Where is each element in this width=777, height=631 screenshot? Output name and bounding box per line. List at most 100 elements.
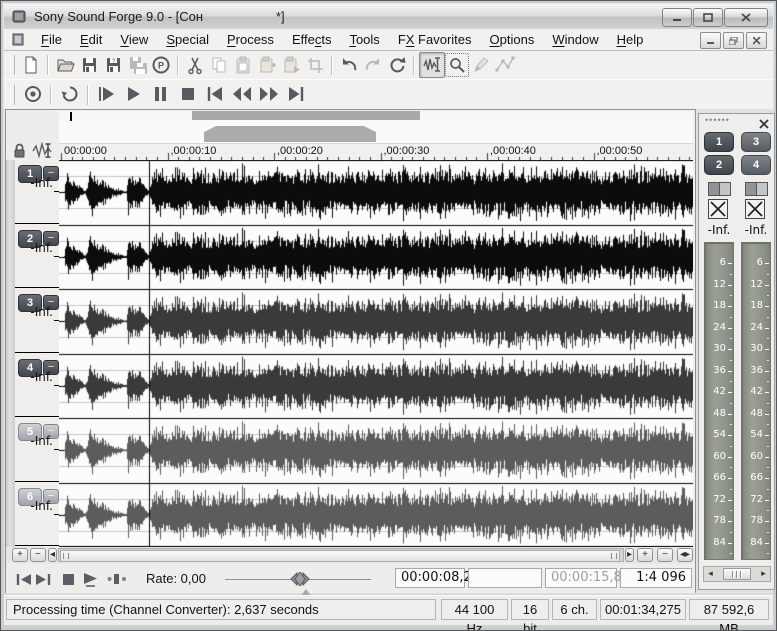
loop-button[interactable] bbox=[56, 82, 83, 107]
document-icon[interactable] bbox=[11, 32, 26, 47]
channel-pair-icon[interactable] bbox=[745, 181, 767, 195]
menu-item-special[interactable]: Special bbox=[157, 29, 218, 50]
overview-range-top[interactable] bbox=[192, 111, 420, 120]
record-button[interactable] bbox=[19, 82, 46, 107]
rewind-button[interactable] bbox=[228, 82, 255, 107]
menu-items: FileEditViewSpecialProcessEffectsToolsFX… bbox=[32, 29, 652, 50]
meter-channel-2-button[interactable]: 2 bbox=[704, 155, 734, 175]
maximize-button[interactable] bbox=[693, 8, 723, 27]
sample-rate-cell[interactable]: 44 100 Hz bbox=[441, 599, 508, 620]
forward-button[interactable] bbox=[255, 82, 282, 107]
meter-channel-4-button[interactable]: 4 bbox=[741, 155, 771, 175]
mdi-minimize-button[interactable] bbox=[700, 32, 721, 49]
save-all-icon[interactable] bbox=[125, 53, 149, 77]
transport-grip[interactable] bbox=[10, 85, 15, 105]
envelope-icon[interactable] bbox=[493, 53, 517, 77]
meter-channel-3-button[interactable]: 3 bbox=[741, 132, 771, 152]
meter-tick bbox=[728, 457, 732, 458]
menu-item-edit[interactable]: Edit bbox=[71, 29, 111, 50]
data-window: 00:00:00,00:00:10,00:00:20,00:00:30,00:0… bbox=[5, 109, 696, 593]
secondary-display[interactable] bbox=[468, 568, 542, 588]
save-as-icon[interactable]: ? bbox=[101, 53, 125, 77]
pause-button[interactable] bbox=[147, 82, 174, 107]
waveform-display[interactable] bbox=[59, 160, 693, 547]
scroll-right-button[interactable]: ▸ bbox=[625, 548, 634, 562]
toolbar-grip[interactable] bbox=[10, 55, 15, 75]
scrollbar-thumb[interactable] bbox=[60, 550, 620, 562]
publish-icon[interactable]: P bbox=[149, 53, 173, 77]
go-to-start-button[interactable] bbox=[201, 82, 228, 107]
position-bar[interactable] bbox=[59, 121, 693, 143]
zoom-in-time-button[interactable]: + bbox=[637, 548, 653, 562]
go-to-end-button[interactable] bbox=[282, 82, 309, 107]
paste-to-new-icon[interactable] bbox=[279, 53, 303, 77]
meter-column-2: 34-Inf.612182430364248546066727884 bbox=[741, 130, 771, 570]
play-all-button[interactable] bbox=[93, 82, 120, 107]
length-cell[interactable]: 00:01:34,275 bbox=[600, 599, 686, 620]
paste-icon[interactable] bbox=[231, 53, 255, 77]
undo-icon[interactable] bbox=[337, 53, 361, 77]
menu-item-tools[interactable]: Tools bbox=[340, 29, 388, 50]
edit-tool-icon[interactable] bbox=[419, 52, 445, 78]
mute-icon[interactable] bbox=[708, 199, 728, 219]
save-icon[interactable] bbox=[77, 53, 101, 77]
channel-pair-icon[interactable] bbox=[708, 181, 730, 195]
menu-item-file[interactable]: File bbox=[32, 29, 71, 50]
app-icon bbox=[11, 8, 27, 24]
overview-bar[interactable] bbox=[59, 111, 693, 121]
bit-depth-cell[interactable]: 16 bit bbox=[511, 599, 549, 620]
channels-cell[interactable]: 6 ch. bbox=[552, 599, 597, 620]
repeat-icon[interactable] bbox=[385, 53, 409, 77]
new-icon[interactable] bbox=[19, 53, 43, 77]
playbar: Rate: 0,00 00:00:08,266 00:00:15,882 1:4… bbox=[6, 565, 695, 593]
time-ruler[interactable]: 00:00:00,00:00:10,00:00:20,00:00:30,00:0… bbox=[59, 143, 693, 161]
menu-item-effects[interactable]: Effects bbox=[283, 29, 341, 50]
track-header-5: 5–-Inf. bbox=[15, 418, 60, 482]
scroll-left-button[interactable]: ◂ bbox=[48, 548, 57, 562]
mix-paste-icon[interactable] bbox=[255, 53, 279, 77]
minimize-button[interactable] bbox=[662, 8, 692, 27]
horizontal-scrollbar[interactable] bbox=[58, 548, 624, 562]
mute-icon[interactable] bbox=[745, 199, 765, 219]
menu-item-process[interactable]: Process bbox=[218, 29, 283, 50]
magnify-icon[interactable] bbox=[445, 53, 469, 77]
menu-item-fx-favorites[interactable]: FX Favorites bbox=[389, 29, 481, 50]
zoom-ratio-display[interactable]: 1:4 096 bbox=[620, 568, 692, 588]
track-header-2: 2–-Inf. bbox=[15, 225, 60, 289]
mdi-restore-button[interactable] bbox=[723, 32, 744, 49]
ruler-label: ,00:00:10 bbox=[171, 145, 217, 157]
play-button[interactable] bbox=[120, 82, 147, 107]
go-to-start-button[interactable] bbox=[14, 569, 34, 589]
menu-item-help[interactable]: Help bbox=[608, 29, 653, 50]
mdi-close-button[interactable] bbox=[746, 32, 767, 49]
title-bar[interactable]: Sony Sound Forge 9.0 - [Сон *] bbox=[4, 4, 773, 29]
zoom-in-vertical-button[interactable]: + bbox=[12, 548, 28, 562]
play-normal-button[interactable] bbox=[81, 569, 101, 589]
menu-item-options[interactable]: Options bbox=[481, 29, 544, 50]
zoom-out-vertical-button[interactable]: − bbox=[30, 548, 46, 562]
scrub-control[interactable] bbox=[107, 569, 127, 589]
meter-channel-1-button[interactable]: 1 bbox=[704, 132, 734, 152]
stop-button[interactable] bbox=[58, 569, 78, 589]
close-button[interactable] bbox=[724, 8, 768, 27]
menu-item-window[interactable]: Window bbox=[543, 29, 607, 50]
open-icon[interactable] bbox=[53, 53, 77, 77]
go-to-end-button[interactable] bbox=[33, 569, 53, 589]
toolbar-separator bbox=[413, 55, 415, 75]
zoom-fit-button[interactable]: ◂▸ bbox=[677, 548, 693, 562]
stop-button[interactable] bbox=[174, 82, 201, 107]
redo-icon[interactable] bbox=[361, 53, 385, 77]
menu-item-view[interactable]: View bbox=[111, 29, 157, 50]
visible-range-indicator[interactable] bbox=[204, 126, 376, 142]
copy-icon[interactable] bbox=[207, 53, 231, 77]
panel-close-icon[interactable] bbox=[759, 116, 769, 126]
length-display[interactable]: 00:00:15,882 bbox=[545, 568, 617, 588]
position-display[interactable]: 00:00:08,266 bbox=[395, 568, 465, 588]
pencil-icon[interactable] bbox=[469, 53, 493, 77]
ruler-corner bbox=[6, 110, 59, 159]
zoom-out-time-button[interactable]: − bbox=[657, 548, 673, 562]
cut-icon[interactable] bbox=[183, 53, 207, 77]
trim-icon[interactable] bbox=[303, 53, 327, 77]
rate-slider-thumb[interactable] bbox=[283, 572, 317, 591]
panel-grip[interactable]: •••••• bbox=[705, 115, 730, 125]
